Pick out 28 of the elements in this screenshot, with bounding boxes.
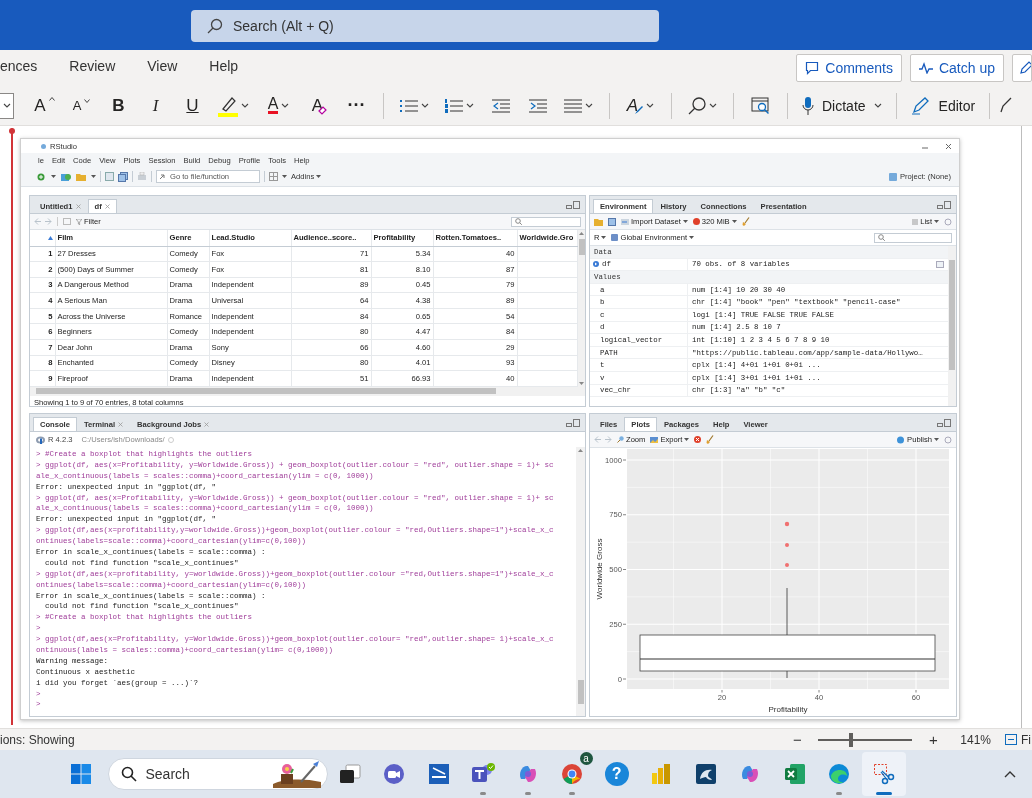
- notification-badge: a: [579, 752, 593, 765]
- axis-title: Profitability: [768, 705, 808, 714]
- status-text: ions: Showing: [0, 732, 75, 747]
- editor-button[interactable]: Editor: [904, 90, 982, 121]
- zoom-out-button[interactable]: −: [788, 729, 807, 750]
- fit-button[interactable]: Fi: [1005, 732, 1031, 747]
- catch-up-button[interactable]: Catch up: [909, 54, 1004, 82]
- underline-button[interactable]: U: [174, 90, 211, 121]
- font-color-button[interactable]: A: [256, 90, 301, 121]
- menu-tab[interactable]: ences: [0, 53, 56, 83]
- styles-button[interactable]: A: [618, 90, 663, 121]
- comments-button[interactable]: Comments: [796, 54, 902, 82]
- shrink-font-button[interactable]: A: [63, 90, 100, 121]
- menu-tab[interactable]: View: [147, 53, 196, 83]
- zoom-level: 141%: [960, 732, 991, 747]
- bold-button[interactable]: B: [100, 90, 137, 121]
- taskbar-search-field[interactable]: Search: [107, 758, 328, 790]
- grow-font-button[interactable]: A: [26, 90, 63, 121]
- more-button[interactable]: ···: [338, 90, 375, 121]
- dictate-button[interactable]: Dictate: [796, 90, 888, 121]
- search-placeholder: Search: [145, 766, 190, 782]
- axis-title: Worldwide Gross: [595, 538, 604, 600]
- zoom-in-button[interactable]: +: [924, 729, 943, 750]
- italic-button[interactable]: I: [137, 90, 174, 121]
- search-field[interactable]: Search (Alt + Q): [191, 10, 659, 42]
- menu-tab[interactable]: Help: [209, 53, 257, 83]
- menu-tab[interactable]: Review: [69, 53, 134, 83]
- help-button[interactable]: ?: [604, 762, 629, 786]
